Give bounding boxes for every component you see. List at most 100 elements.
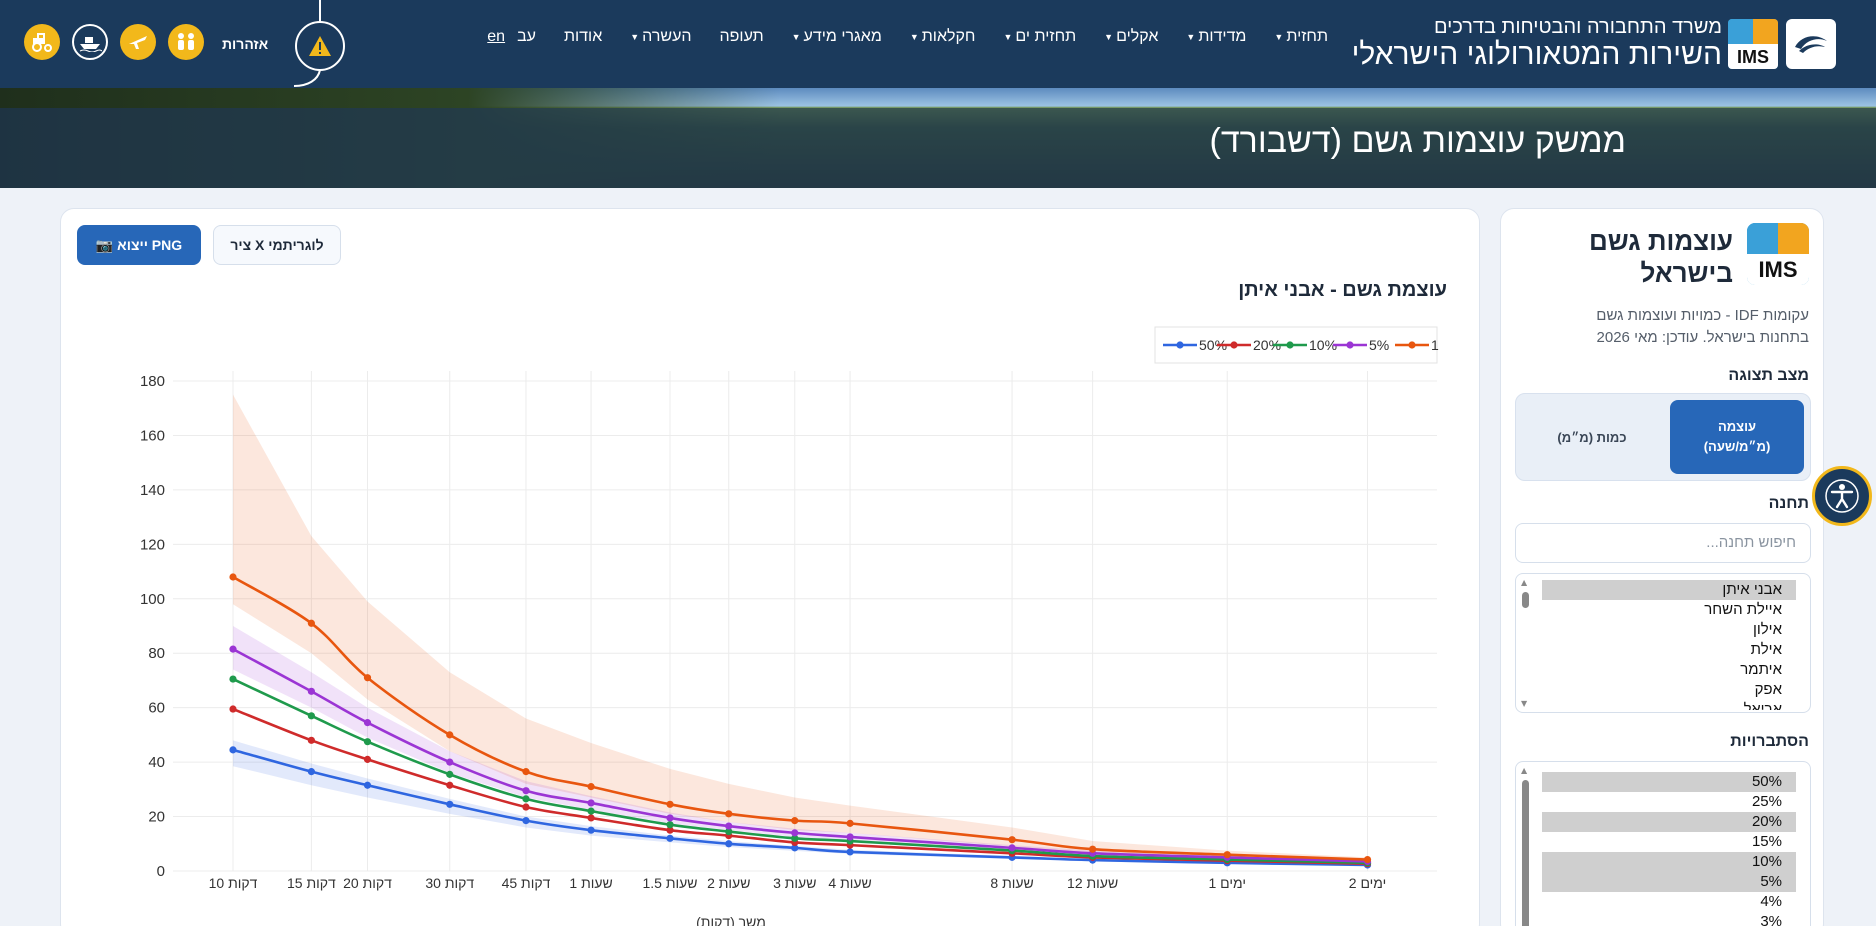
- nav-enrichment[interactable]: העשרה ▼: [630, 28, 691, 46]
- data-point: [725, 822, 733, 830]
- data-point: [307, 687, 315, 695]
- data-point: [446, 758, 454, 766]
- data-point: [229, 746, 237, 754]
- y-tick-label: 80: [148, 645, 165, 662]
- x-tick-label: 10 דקות: [209, 875, 258, 891]
- accessibility-icon: [1825, 479, 1859, 513]
- data-point: [446, 781, 454, 789]
- station-option[interactable]: אבני איתן: [1542, 580, 1796, 600]
- accessibility-button[interactable]: [1812, 466, 1872, 526]
- nav-measurements[interactable]: מדידות ▼: [1186, 28, 1246, 46]
- x-tick-label: 30 דקות: [425, 875, 474, 891]
- probability-option[interactable]: 4%: [1542, 892, 1796, 912]
- y-tick-label: 20: [148, 809, 165, 826]
- nav-climate[interactable]: אקלים ▼: [1104, 28, 1158, 46]
- legend-label: 1: [1431, 337, 1439, 353]
- data-point: [522, 787, 530, 795]
- station-option[interactable]: אריאל: [1542, 700, 1796, 710]
- probability-option[interactable]: 50%: [1542, 772, 1796, 792]
- legend-marker: [1286, 341, 1294, 349]
- chevron-down-icon: ▼: [1274, 32, 1284, 42]
- y-tick-label: 180: [140, 373, 165, 390]
- data-point: [666, 814, 674, 822]
- airplane-icon[interactable]: [120, 24, 156, 60]
- station-scrollbar[interactable]: ▲ ▼: [1520, 578, 1530, 708]
- probability-option[interactable]: 10%: [1542, 852, 1796, 872]
- lang-hebrew[interactable]: עב: [517, 28, 536, 46]
- alerts-button[interactable]: [288, 0, 358, 88]
- mode-intensity-label: עוצמה: [1717, 419, 1757, 434]
- x-tick-label: 1 שעות: [569, 875, 612, 891]
- probabilities-list[interactable]: ▲ 50% 25% 20% 15% 10% 5% 4% 3%: [1515, 761, 1811, 926]
- data-point: [229, 573, 237, 581]
- data-point: [587, 807, 595, 815]
- rain-intensity-chart[interactable]: 0 20 40 60 80 100 120 140 160 180 10 דקות 15 דקות 20…: [61, 319, 1481, 926]
- chevron-down-icon: ▼: [1104, 32, 1114, 42]
- probability-option[interactable]: 20%: [1542, 812, 1796, 832]
- nav-databases[interactable]: מאגרי מידע ▼: [792, 28, 882, 46]
- data-point: [587, 826, 595, 834]
- station-list[interactable]: ▲ ▼ אבני איתן איילת השחר אילון אילת איתמר אפק…: [1515, 573, 1811, 713]
- data-point: [791, 829, 799, 837]
- data-point: [229, 645, 237, 653]
- ministry-logo: [1786, 19, 1836, 69]
- data-point: [666, 834, 674, 842]
- y-tick-label: 120: [140, 536, 165, 553]
- ship-icon[interactable]: [72, 24, 108, 60]
- data-point: [791, 817, 799, 825]
- station-search-input[interactable]: חיפוש תחנה...: [1515, 523, 1811, 563]
- brand[interactable]: IMS משרד התחבורה והבטיחות בדרכים השירות …: [1352, 16, 1836, 72]
- lang-english[interactable]: en: [487, 28, 505, 46]
- data-point: [229, 705, 237, 713]
- nav-forecast[interactable]: תחזית ▼: [1274, 28, 1328, 46]
- probabilities-scrollbar[interactable]: ▲: [1520, 766, 1530, 926]
- probability-option[interactable]: 15%: [1542, 832, 1796, 852]
- data-point: [846, 819, 854, 827]
- log-x-button[interactable]: ציר X לוגריתמי: [213, 225, 341, 265]
- probability-option[interactable]: 3%: [1542, 912, 1796, 926]
- sidebar-description: עקומות IDF - כמויות ועוצמות גשם בתחנות ב…: [1596, 307, 1809, 346]
- station-option[interactable]: אפק: [1542, 680, 1796, 700]
- legend-marker: [1230, 341, 1238, 349]
- x-tick-label: 45 דקות: [502, 875, 551, 891]
- probability-option[interactable]: 25%: [1542, 792, 1796, 812]
- public-icon[interactable]: [168, 24, 204, 60]
- data-point: [363, 781, 372, 789]
- data-point: [307, 619, 315, 627]
- nav-aviation[interactable]: תעופה: [720, 28, 764, 46]
- sidebar: IMS עוצמות גשם בישראל עקומות IDF - כמויו…: [1500, 208, 1824, 926]
- export-png-button[interactable]: 📷 ייצוא PNG: [77, 225, 201, 265]
- legend-marker: [1408, 341, 1416, 349]
- probability-option[interactable]: 5%: [1542, 872, 1796, 892]
- nav-about[interactable]: אודות: [564, 28, 602, 46]
- data-point: [725, 810, 733, 818]
- x-tick-label: 2 שעות: [707, 875, 750, 891]
- x-tick-label: 1 ימים: [1208, 875, 1246, 891]
- data-point: [307, 768, 315, 776]
- chevron-down-icon: ▼: [630, 32, 640, 42]
- mode-intensity-button[interactable]: עוצמה (מ״מ/שעה): [1670, 400, 1804, 474]
- station-option[interactable]: איתמר: [1542, 660, 1796, 680]
- probabilities-label: הסתברויות: [1730, 733, 1809, 750]
- data-point: [522, 768, 530, 776]
- nav-agriculture[interactable]: חקלאות ▼: [910, 28, 976, 46]
- data-point: [1363, 855, 1372, 864]
- ims-logo: IMS: [1728, 19, 1778, 69]
- station-option[interactable]: אילון: [1542, 620, 1796, 640]
- data-point: [363, 674, 372, 682]
- data-point: [587, 799, 595, 807]
- station-option[interactable]: איילת השחר: [1542, 600, 1796, 620]
- x-tick-label: 3 שעות: [773, 875, 816, 891]
- tractor-icon[interactable]: [24, 24, 60, 60]
- display-mode-label: מצב תצוגה: [1728, 367, 1809, 384]
- sidebar-ims-logo: IMS: [1747, 223, 1809, 285]
- mode-amount-button[interactable]: כמות (מ״מ): [1522, 400, 1662, 474]
- nav-sea-forecast[interactable]: תחזית ים ▼: [1003, 28, 1076, 46]
- chevron-down-icon: ▼: [791, 32, 801, 42]
- y-tick-label: 100: [140, 591, 165, 608]
- data-point: [1223, 851, 1231, 859]
- y-tick-label: 160: [140, 427, 165, 444]
- station-option[interactable]: אילת: [1542, 640, 1796, 660]
- chevron-down-icon: ▼: [909, 32, 919, 42]
- hero-banner: ממשק עוצמות גשם (דשבורד): [0, 88, 1876, 188]
